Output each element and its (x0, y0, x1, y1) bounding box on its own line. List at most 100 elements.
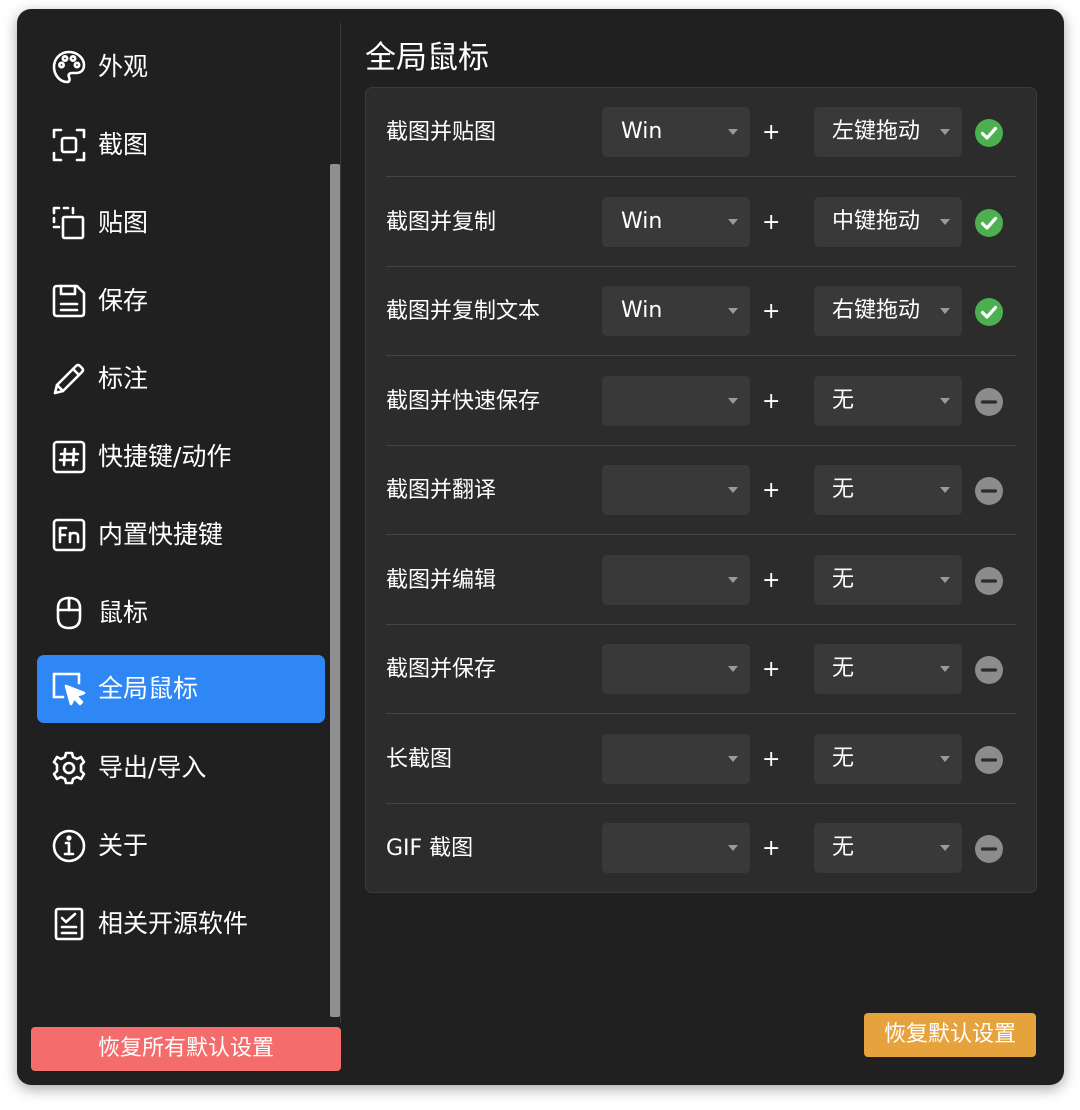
mouse-button-value: 无 (832, 656, 855, 681)
setting-label: 长截图 (386, 746, 453, 772)
chevron-down-icon (940, 576, 950, 583)
mouse-button-select[interactable]: 无 (814, 823, 962, 873)
plus-sign: + (762, 120, 781, 145)
chevron-down-icon (940, 666, 950, 672)
setting-row: 长截图 + 无 (386, 715, 1016, 804)
setting-label: 截图并保存 (386, 657, 497, 682)
sidebar-item-save[interactable]: 保存 (37, 267, 325, 335)
chevron-down-icon (728, 666, 738, 672)
setting-label: 截图并翻译 (386, 478, 497, 503)
setting-label: 截图并复制文本 (386, 299, 541, 324)
mouse-button-select[interactable]: 右键拖动 (814, 286, 962, 336)
setting-label: 截图并贴图 (386, 120, 497, 145)
chevron-down-icon (728, 218, 738, 225)
sidebar-item-annotate[interactable]: 标注 (37, 345, 325, 413)
mouse-button-select[interactable]: 无 (814, 465, 962, 515)
check-circle-icon (975, 119, 1003, 147)
modifier-key-value: Win (621, 298, 663, 323)
modifier-key-select[interactable] (602, 375, 750, 426)
sidebar-item-global-mouse[interactable]: 全局鼠标 (37, 655, 325, 723)
sidebar-item-shortcuts[interactable]: 快捷键/动作 (37, 423, 325, 491)
sidebar-item-appearance[interactable]: 外观 (37, 33, 325, 101)
sidebar-item-label: 鼠标 (98, 598, 149, 627)
reset-all-button[interactable]: 恢复所有默认设置 (31, 1027, 341, 1071)
setting-label: 截图并复制 (386, 209, 497, 235)
chevron-down-icon (728, 308, 738, 314)
screenshot-icon (51, 127, 87, 163)
save-icon (51, 283, 87, 319)
sidebar-item-label: 导出/导入 (98, 753, 207, 782)
sidebar-item-open-source[interactable]: 相关开源软件 (37, 890, 325, 958)
sidebar-item-label: 相关开源软件 (98, 909, 249, 938)
chevron-down-icon (940, 308, 950, 314)
gear-icon (51, 750, 87, 786)
sidebar: 外观 截图 贴图 保存 标注 快捷键/动作 内置快捷键 鼠标 全局鼠标 导出/导… (17, 9, 341, 1085)
minus-circle-icon (975, 566, 1003, 595)
mouse-button-value: 左键拖动 (832, 119, 921, 144)
minus-circle-icon (975, 387, 1003, 416)
mouse-button-value: 无 (832, 835, 855, 860)
sidebar-item-mouse[interactable]: 鼠标 (37, 579, 325, 647)
plus-sign: + (762, 567, 781, 593)
mouse-button-value: 无 (832, 566, 855, 592)
chevron-down-icon (940, 755, 950, 762)
modifier-key-select[interactable]: Win (602, 286, 750, 336)
sidebar-item-label: 快捷键/动作 (98, 442, 232, 471)
mouse-button-select[interactable]: 无 (814, 375, 962, 426)
chevron-down-icon (728, 129, 738, 135)
minus-circle-icon (975, 477, 1003, 505)
setting-label: 截图并编辑 (386, 567, 497, 593)
plus-sign: + (762, 657, 781, 682)
mouse-button-select[interactable]: 左键拖动 (814, 107, 962, 157)
chevron-down-icon (940, 845, 950, 851)
setting-row: 截图并快速保存 + 无 (386, 357, 1016, 446)
sidebar-item-label: 全局鼠标 (98, 674, 199, 703)
plus-sign: + (762, 478, 781, 503)
modifier-key-select[interactable] (602, 554, 750, 605)
plus-sign: + (762, 299, 781, 324)
minus-circle-icon (975, 656, 1003, 684)
modifier-key-select[interactable]: Win (602, 196, 750, 247)
mouse-button-select[interactable]: 无 (814, 733, 962, 784)
cursor-select-icon (51, 671, 87, 707)
mouse-button-value: 无 (832, 387, 855, 413)
plus-sign: + (762, 209, 781, 235)
modifier-key-select[interactable] (602, 465, 750, 515)
chevron-down-icon (728, 755, 738, 762)
sidebar-scrollbar[interactable] (330, 164, 340, 1017)
info-icon (51, 828, 87, 864)
restore-defaults-button[interactable]: 恢复默认设置 (864, 1013, 1036, 1057)
modifier-key-select[interactable] (602, 644, 750, 694)
hash-icon (51, 439, 87, 475)
mouse-button-select[interactable]: 无 (814, 554, 962, 605)
sidebar-item-about[interactable]: 关于 (37, 812, 325, 880)
sidebar-item-label: 关于 (98, 831, 149, 860)
setting-row: 截图并复制 Win + 中键拖动 (386, 178, 1016, 267)
sidebar-item-pin[interactable]: 贴图 (37, 189, 325, 257)
sidebar-item-export-import[interactable]: 导出/导入 (37, 734, 325, 802)
modifier-key-value: Win (621, 119, 663, 144)
chevron-down-icon (728, 845, 738, 851)
modifier-key-select[interactable] (602, 733, 750, 784)
modifier-key-select[interactable] (602, 823, 750, 873)
sidebar-divider (340, 23, 341, 1023)
sidebar-item-label: 截图 (98, 130, 149, 159)
modifier-key-select[interactable]: Win (602, 107, 750, 157)
plus-sign: + (762, 836, 781, 861)
palette-icon (51, 49, 87, 85)
pencil-icon (51, 361, 87, 397)
sidebar-item-label: 贴图 (98, 208, 149, 237)
setting-label: 截图并快速保存 (386, 388, 541, 414)
sidebar-item-label: 保存 (98, 286, 149, 315)
mouse-button-value: 无 (832, 477, 855, 502)
mouse-button-select[interactable]: 中键拖动 (814, 196, 962, 247)
checklist-icon (51, 906, 87, 942)
setting-row: 截图并编辑 + 无 (386, 536, 1016, 625)
settings-panel: 截图并贴图 Win + 左键拖动截图并复制 Win + 中键拖动截图并复制文本 Win + 右键拖… (365, 87, 1037, 893)
mouse-button-select[interactable]: 无 (814, 644, 962, 694)
sidebar-item-screenshot[interactable]: 截图 (37, 111, 325, 179)
pin-image-icon (51, 205, 87, 241)
chevron-down-icon (940, 129, 950, 135)
setting-row: 截图并翻译 + 无 (386, 446, 1016, 535)
sidebar-item-builtin-shortcuts[interactable]: 内置快捷键 (37, 501, 325, 569)
